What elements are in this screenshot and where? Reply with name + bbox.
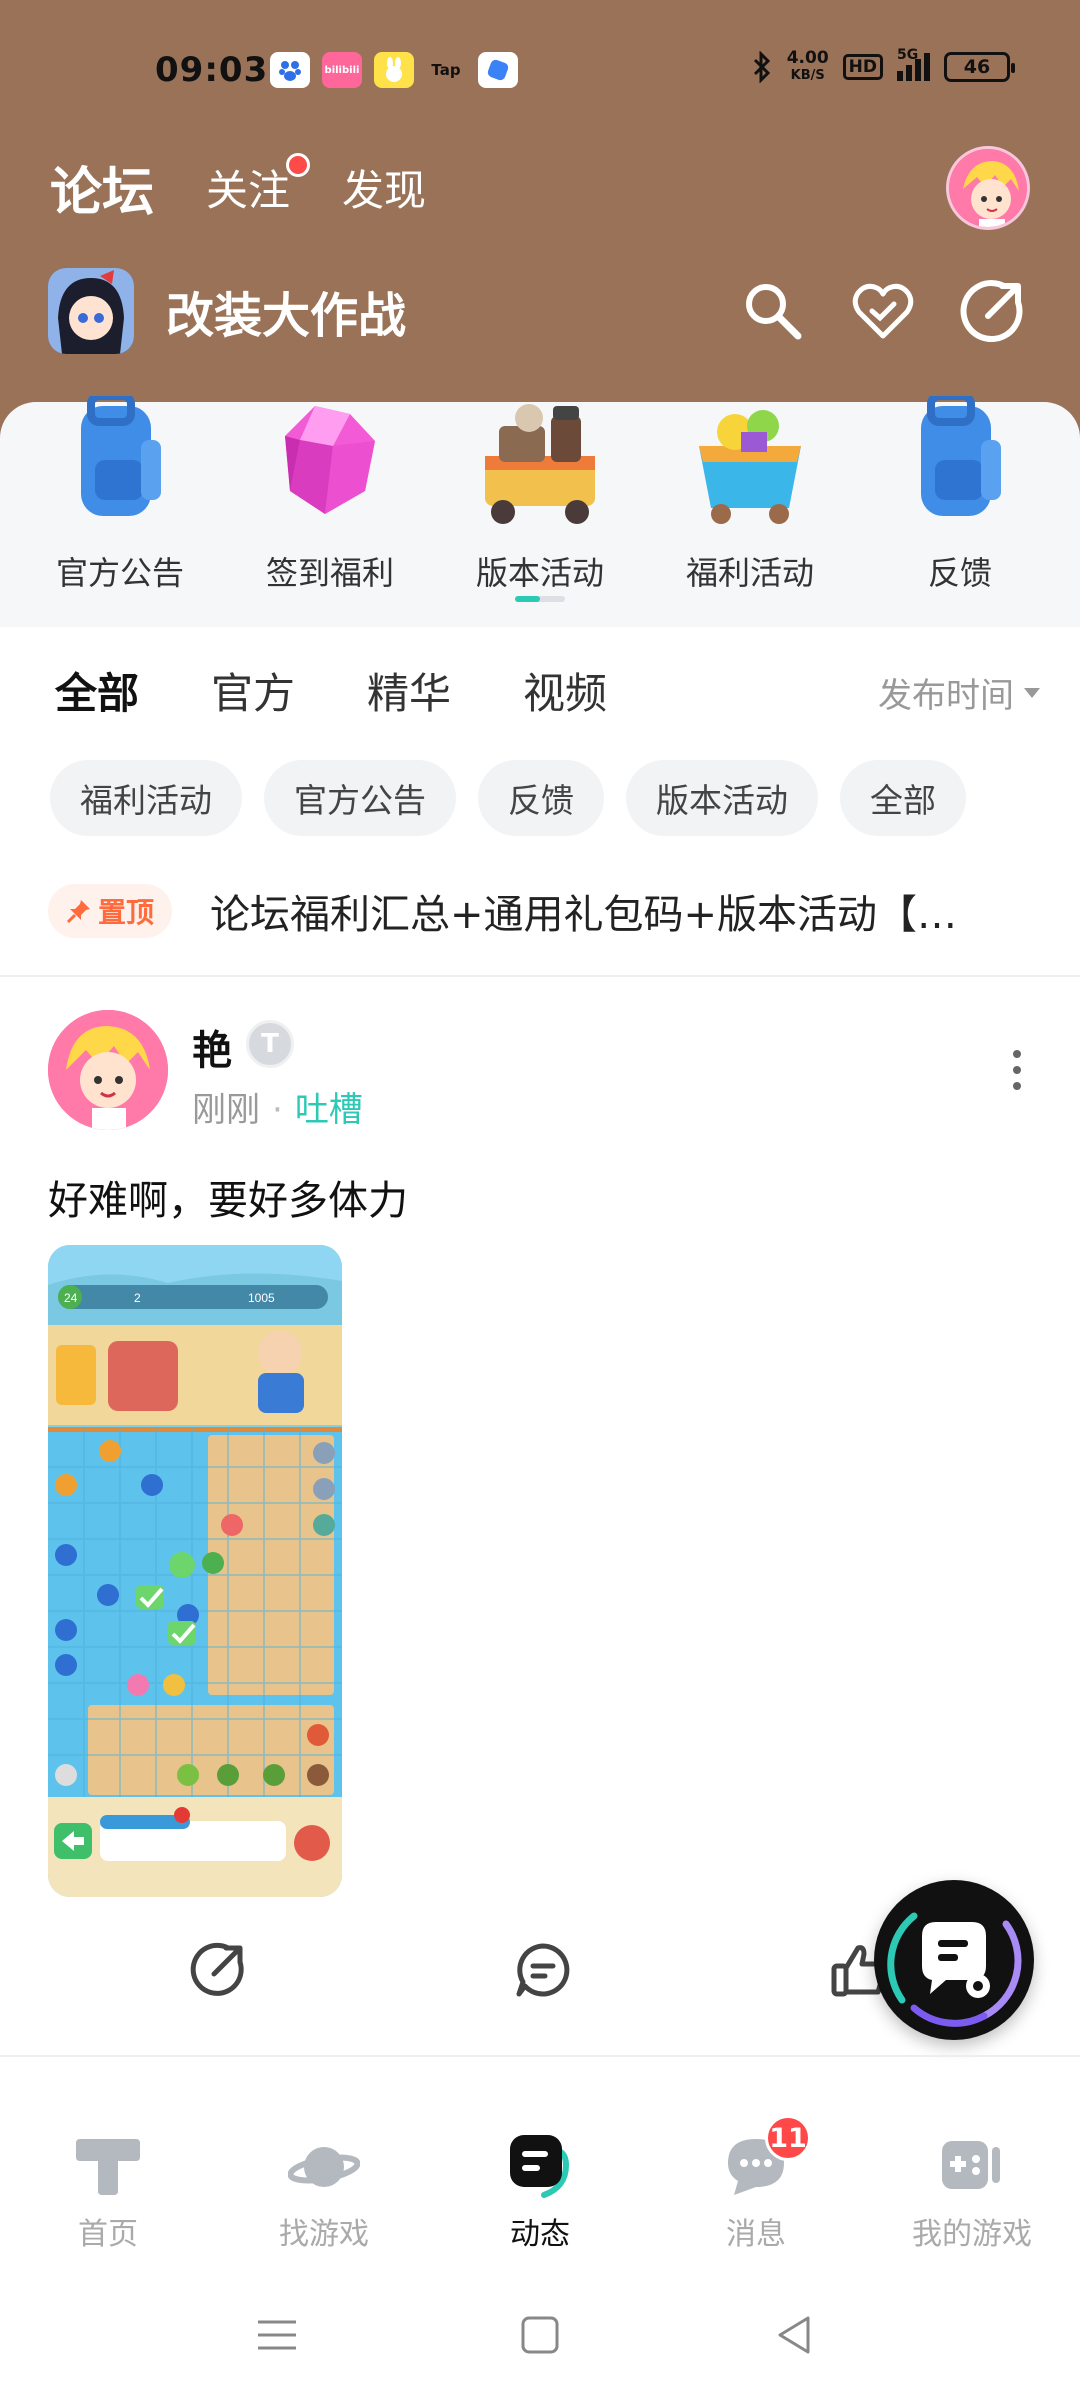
tab-discover[interactable]: 发现 bbox=[342, 157, 426, 218]
favorite-icon[interactable] bbox=[850, 278, 916, 344]
search-icon[interactable] bbox=[740, 278, 806, 344]
post-meta: 刚刚 · 吐槽 bbox=[192, 1090, 363, 1130]
post-screenshot-image[interactable]: 24 2 1005 bbox=[48, 1245, 342, 1897]
backpack-icon bbox=[45, 392, 195, 536]
filter-tab-official[interactable]: 官方 bbox=[211, 660, 295, 721]
bottom-navigation: 首页 找游戏 动态 消息 11 我的游戏 bbox=[0, 2105, 1080, 2255]
top-tabs: 论坛 关注 发现 bbox=[50, 150, 426, 225]
board-official-announcement[interactable]: 官方公告 bbox=[15, 392, 225, 594]
notification-app-icons: bilibili Tap bbox=[270, 52, 518, 88]
tab-follow[interactable]: 关注 bbox=[206, 153, 311, 218]
filter-tab-video[interactable]: 视频 bbox=[523, 660, 607, 721]
user-avatar[interactable] bbox=[946, 146, 1030, 230]
bluetooth-icon bbox=[753, 51, 770, 83]
tab-forum[interactable]: 论坛 bbox=[50, 150, 155, 225]
more-options-icon[interactable] bbox=[1002, 1050, 1032, 1090]
pin-icon bbox=[66, 900, 90, 924]
moments-icon bbox=[504, 2129, 576, 2201]
filter-tab-all[interactable]: 全部 bbox=[55, 660, 140, 721]
system-indicators: 4.00 KB/S HD 5G 46 bbox=[751, 47, 1015, 84]
level-badge: T bbox=[246, 1020, 294, 1068]
board-scroll-indicator bbox=[515, 596, 565, 602]
filter-tabs: 全部 官方 精华 视频 bbox=[55, 660, 607, 721]
basket-icon bbox=[675, 396, 825, 536]
rabbit-app-icon bbox=[374, 52, 414, 88]
floating-chat-button[interactable] bbox=[874, 1880, 1034, 2040]
unread-count-badge: 11 bbox=[765, 2115, 811, 2161]
menu-icon[interactable] bbox=[252, 2310, 302, 2360]
caret-down-icon bbox=[1024, 687, 1040, 698]
board-version-event[interactable]: 版本活动 bbox=[435, 402, 645, 594]
back-icon[interactable] bbox=[770, 2310, 820, 2360]
board-feedback[interactable]: 反馈 bbox=[855, 392, 1065, 594]
chip-official-announcement[interactable]: 官方公告 bbox=[264, 760, 456, 836]
comment-icon[interactable] bbox=[513, 1940, 573, 2000]
board-card: 官方公告 签到福利 版本活动 福利活动 反馈 bbox=[0, 392, 1080, 627]
network-speed: 4.00 KB/S bbox=[786, 48, 829, 84]
food-cart-icon bbox=[465, 396, 615, 536]
nav-my-games[interactable]: 我的游戏 bbox=[864, 2105, 1080, 2255]
board-welfare-event[interactable]: 福利活动 bbox=[645, 402, 855, 594]
post-body[interactable]: 好难啊，要好多体力 bbox=[48, 1168, 408, 1226]
pinned-badge: 置顶 bbox=[48, 884, 173, 938]
nav-home[interactable]: 首页 bbox=[0, 2105, 216, 2255]
board-signin-welfare[interactable]: 签到福利 bbox=[225, 402, 435, 594]
gem-icon bbox=[255, 396, 405, 536]
filter-tab-featured[interactable]: 精华 bbox=[367, 660, 451, 721]
blue-app-icon bbox=[478, 52, 518, 88]
pinned-title: 论坛福利汇总+通用礼包码+版本活动【实... bbox=[210, 892, 991, 938]
svg-text:1005: 1005 bbox=[248, 1291, 275, 1305]
section-divider bbox=[0, 975, 1080, 977]
unread-dot bbox=[286, 153, 311, 177]
chip-all[interactable]: 全部 bbox=[840, 760, 966, 836]
game-title: 改装大作战 bbox=[166, 288, 407, 344]
status-bar: 09:03 bilibili Tap 4.00 KB/S HD 5G 46 bbox=[0, 0, 1080, 140]
planet-icon bbox=[287, 2129, 361, 2201]
chip-feedback[interactable]: 反馈 bbox=[478, 760, 604, 836]
game-header[interactable]: 改装大作战 bbox=[48, 268, 406, 354]
sort-dropdown[interactable]: 发布时间 bbox=[878, 668, 1040, 717]
backpack-icon bbox=[885, 392, 1035, 536]
gamepad-icon bbox=[936, 2129, 1008, 2201]
post-divider bbox=[0, 2055, 1080, 2057]
svg-text:24: 24 bbox=[64, 1291, 78, 1305]
nav-moments[interactable]: 动态 bbox=[432, 2105, 648, 2255]
battery-icon: 46 bbox=[944, 52, 1015, 82]
nav-messages[interactable]: 消息 11 bbox=[648, 2105, 864, 2255]
chip-version-event[interactable]: 版本活动 bbox=[626, 760, 818, 836]
post-author-name[interactable]: 艳 bbox=[192, 1018, 232, 1076]
post-time: 刚刚 bbox=[192, 1090, 260, 1130]
post-category[interactable]: 吐槽 bbox=[295, 1090, 363, 1130]
game-icon bbox=[48, 268, 134, 354]
category-chips: 福利活动 官方公告 反馈 版本活动 全部 bbox=[50, 760, 966, 836]
chat-bubble-icon bbox=[887, 1912, 1022, 2027]
header-actions bbox=[740, 278, 1026, 344]
bilibili-icon: bilibili bbox=[322, 52, 362, 88]
hd-indicator: HD bbox=[842, 54, 883, 80]
chip-welfare-event[interactable]: 福利活动 bbox=[50, 760, 242, 836]
share-icon[interactable] bbox=[960, 278, 1026, 344]
baidu-icon bbox=[270, 52, 310, 88]
svg-text:2: 2 bbox=[134, 1291, 141, 1305]
system-navigation-bar bbox=[0, 2280, 1080, 2400]
post-author-avatar[interactable] bbox=[48, 1010, 168, 1130]
home-square-icon[interactable] bbox=[515, 2310, 565, 2360]
taptap-icon: Tap bbox=[431, 61, 461, 79]
home-icon bbox=[72, 2129, 144, 2201]
nav-find-games[interactable]: 找游戏 bbox=[216, 2105, 432, 2255]
share-icon[interactable] bbox=[188, 1940, 248, 2000]
clock: 09:03 bbox=[155, 50, 269, 90]
pinned-post[interactable]: 置顶 论坛福利汇总+通用礼包码+版本活动【实... bbox=[48, 880, 1048, 942]
board-shortcuts: 官方公告 签到福利 版本活动 福利活动 反馈 bbox=[0, 392, 1080, 627]
signal-icon: 5G bbox=[897, 47, 930, 81]
